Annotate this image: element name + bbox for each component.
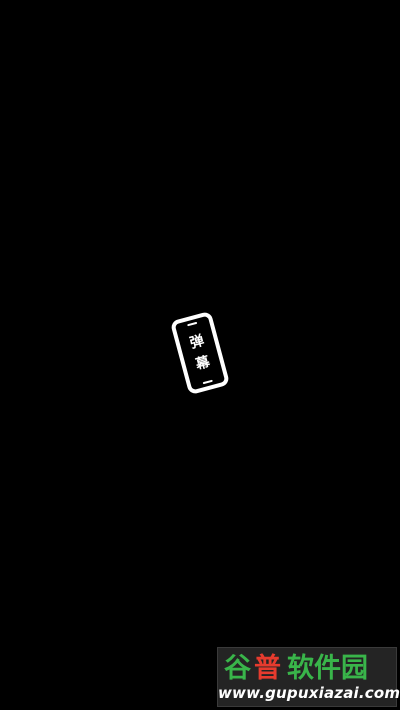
- watermark-brand-logo: 谷 普 软件园: [222, 650, 392, 684]
- danmaku-label: 弹 幕: [178, 327, 222, 378]
- danmaku-toggle-button[interactable]: 弹 幕: [169, 310, 231, 396]
- brand-char-2: 普: [254, 652, 281, 683]
- brand-char-rest: 软件园: [287, 653, 368, 683]
- site-watermark: 谷 普 软件园 www.gupuxiazai.com: [217, 647, 400, 707]
- phone-home-icon: [202, 379, 213, 385]
- brand-char-1: 谷: [224, 653, 252, 683]
- phone-speaker-icon: [187, 321, 198, 327]
- video-player-screen[interactable]: 弹 幕 谷 普 软件园 www.gupuxiazai.com: [0, 0, 400, 710]
- brand-logo-icon: 谷 普 软件园: [224, 652, 368, 683]
- watermark-url: www.gupuxiazai.com: [218, 684, 400, 702]
